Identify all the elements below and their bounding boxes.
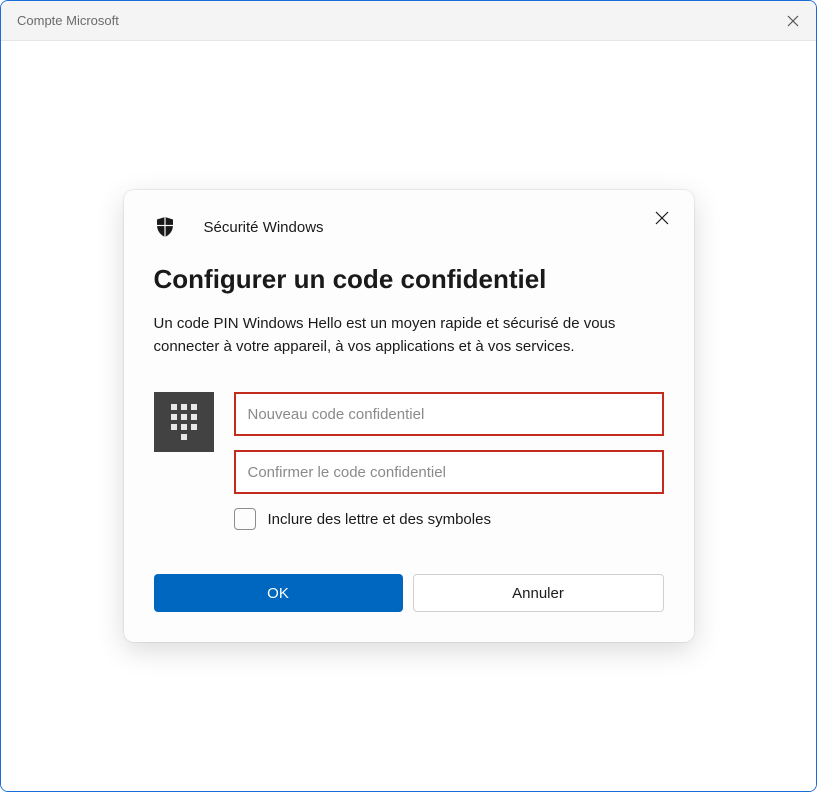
window-title: Compte Microsoft (17, 13, 119, 28)
new-pin-input[interactable] (234, 392, 664, 436)
dialog-description: Un code PIN Windows Hello est un moyen r… (154, 313, 664, 358)
dialog-heading: Configurer un code confidentiel (154, 264, 664, 295)
include-letters-label: Inclure des lettre et des symboles (268, 511, 491, 528)
microsoft-account-window: Compte Microsoft Sécurité Windows (0, 0, 817, 792)
close-icon (787, 15, 799, 27)
content-area: Sécurité Windows Configurer un code conf… (1, 41, 816, 791)
keypad-icon (154, 392, 214, 452)
dialog-button-row: OK Annuler (154, 574, 664, 612)
shield-icon (154, 216, 176, 238)
confirm-pin-input[interactable] (234, 450, 664, 494)
pin-inputs-column (234, 392, 664, 494)
pin-form-row (154, 392, 664, 494)
window-title-bar: Compte Microsoft (1, 1, 816, 41)
window-close-button[interactable] (770, 1, 816, 41)
dialog-header-title: Sécurité Windows (204, 219, 324, 236)
close-icon (655, 211, 669, 225)
include-letters-checkbox[interactable] (234, 508, 256, 530)
windows-security-dialog: Sécurité Windows Configurer un code conf… (124, 190, 694, 642)
dialog-header: Sécurité Windows (154, 216, 664, 238)
ok-button[interactable]: OK (154, 574, 403, 612)
cancel-button[interactable]: Annuler (413, 574, 664, 612)
dialog-close-button[interactable] (650, 206, 674, 230)
include-letters-row: Inclure des lettre et des symboles (234, 508, 664, 530)
